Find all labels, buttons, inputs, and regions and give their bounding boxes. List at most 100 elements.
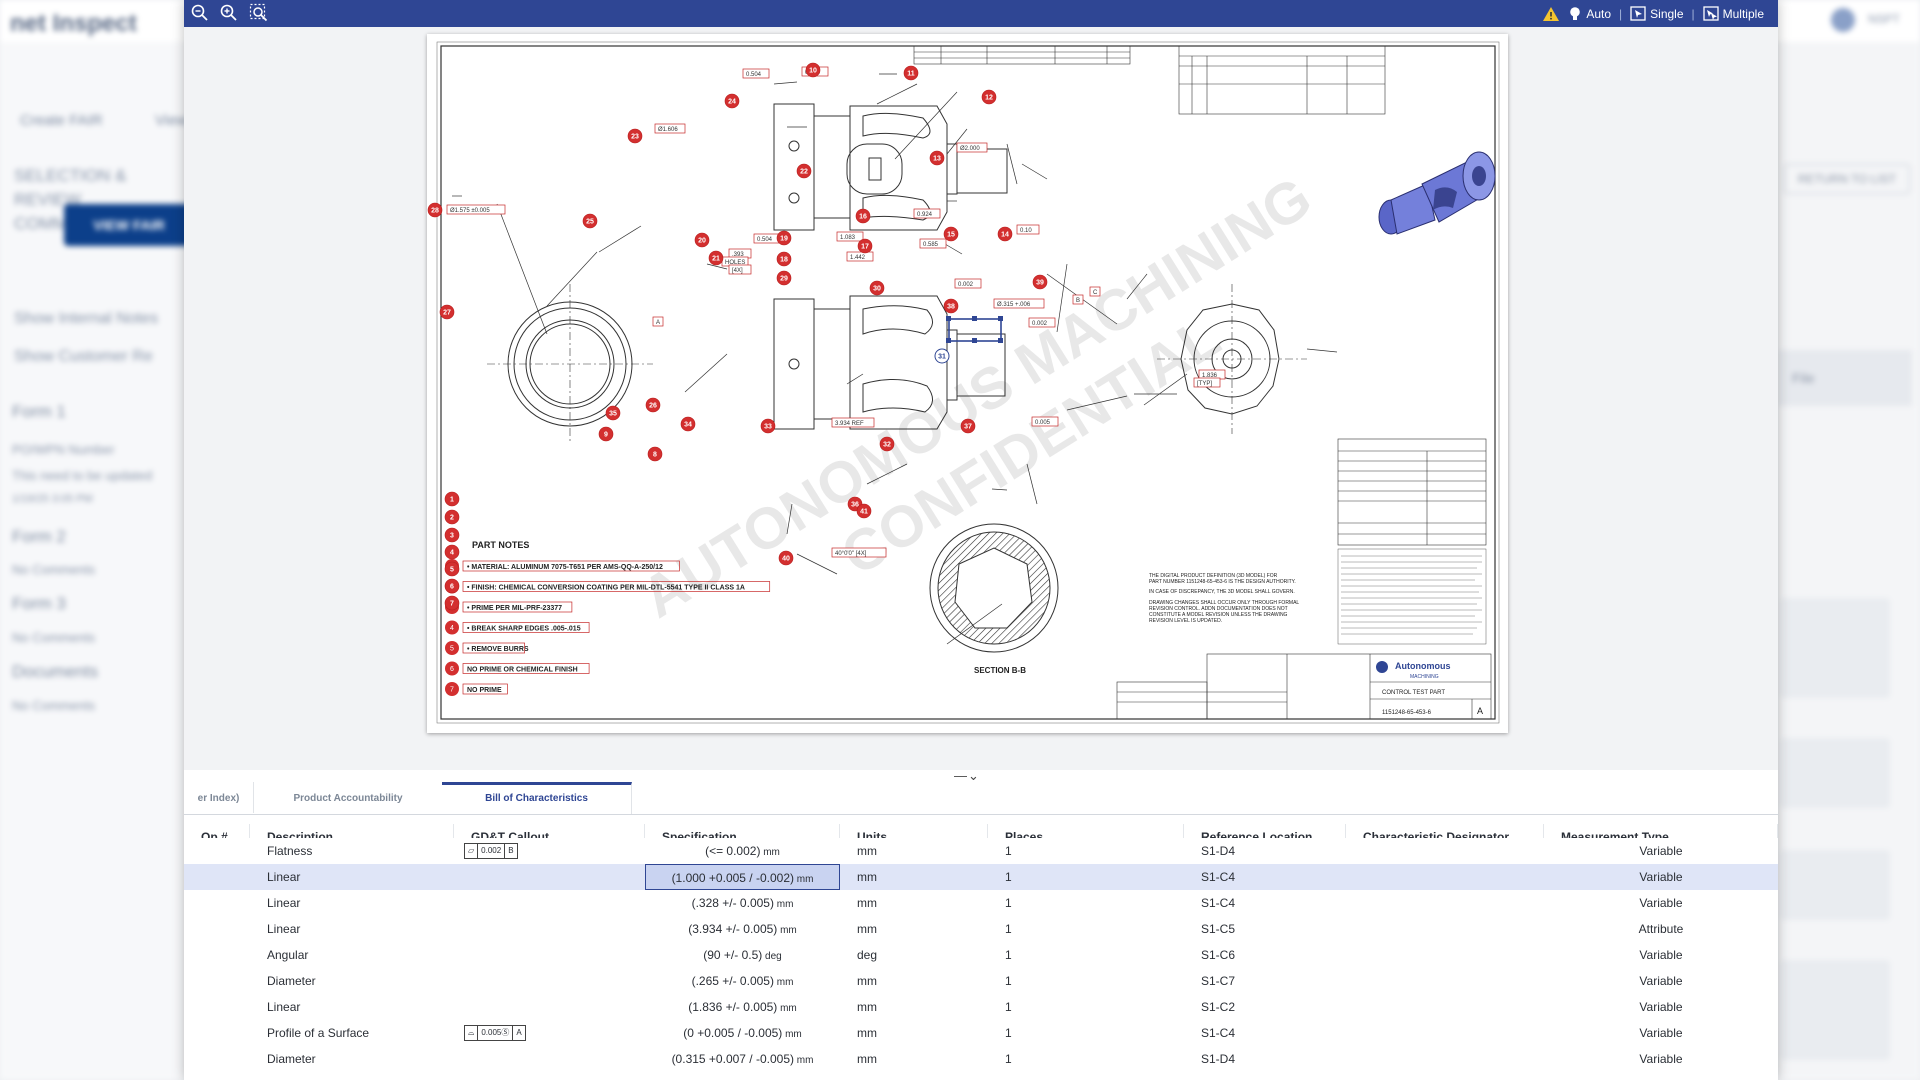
places-cell[interactable]: 1 xyxy=(988,916,1184,942)
tab-create-fair[interactable]: Create FAIR xyxy=(20,112,103,129)
units-cell[interactable]: mm xyxy=(840,1046,988,1070)
op-number-cell[interactable] xyxy=(184,942,250,968)
tab-index[interactable]: er Index) xyxy=(184,782,254,813)
places-cell[interactable]: 1 xyxy=(988,864,1184,890)
description-cell[interactable]: Angular xyxy=(250,942,454,968)
gdt-callout-cell[interactable]: ⌓ 0.005Ⓢ A xyxy=(454,1020,645,1046)
return-to-list-button[interactable]: RETURN TO LIST xyxy=(1784,164,1910,194)
characteristic-row[interactable]: Linear (1.836 +/- 0.005) mm mm 1 S1-C2 Variab… xyxy=(184,994,1778,1021)
units-cell[interactable]: mm xyxy=(840,838,988,864)
characteristic-designator-cell[interactable] xyxy=(1346,994,1544,1020)
reference-location-cell[interactable]: S1-C2 xyxy=(1184,994,1346,1020)
reference-location-cell[interactable]: S1-C7 xyxy=(1184,968,1346,994)
places-cell[interactable]: 1 xyxy=(988,942,1184,968)
characteristic-designator-cell[interactable] xyxy=(1346,864,1544,890)
description-cell[interactable]: Diameter xyxy=(250,968,454,994)
places-cell[interactable]: 1 xyxy=(988,838,1184,864)
characteristic-row[interactable]: Profile of a Surface ⌓ 0.005Ⓢ A (0 +0.005 / … xyxy=(184,1020,1778,1047)
characteristic-designator-cell[interactable] xyxy=(1346,968,1544,994)
reference-location-cell[interactable]: S1-C5 xyxy=(1184,916,1346,942)
description-cell[interactable]: Linear xyxy=(250,890,454,916)
op-number-cell[interactable] xyxy=(184,864,250,890)
places-cell[interactable]: 1 xyxy=(988,890,1184,916)
places-cell[interactable]: 1 xyxy=(988,1046,1184,1070)
characteristic-designator-cell[interactable] xyxy=(1346,890,1544,916)
reference-location-cell[interactable]: S1-C6 xyxy=(1184,942,1346,968)
user-avatar[interactable] xyxy=(1831,8,1855,32)
characteristic-row[interactable]: Linear (3.934 +/- 0.005) mm mm 1 S1-C5 Attrib… xyxy=(184,916,1778,943)
characteristic-designator-cell[interactable] xyxy=(1346,1020,1544,1046)
tab-view[interactable]: View xyxy=(155,112,187,129)
gdt-callout-cell[interactable] xyxy=(454,890,645,916)
view-fair-button[interactable]: VIEW FAIR xyxy=(64,204,194,246)
drawing-viewer[interactable]: AUTONOMOUS MACHINING CONFIDENTIAL SECTIO… xyxy=(184,27,1778,770)
units-cell[interactable]: mm xyxy=(840,968,988,994)
specification-cell[interactable]: (1.836 +/- 0.005) mm xyxy=(645,994,840,1020)
characteristic-row[interactable]: Diameter (.265 +/- 0.005) mm mm 1 S1-C7 Varia… xyxy=(184,968,1778,995)
measurement-type-cell[interactable]: Variable xyxy=(1544,838,1778,864)
gdt-callout-cell[interactable] xyxy=(454,968,645,994)
measurement-type-cell[interactable]: Variable xyxy=(1544,1046,1778,1070)
characteristic-designator-cell[interactable] xyxy=(1346,916,1544,942)
reference-location-cell[interactable]: S1-C4 xyxy=(1184,890,1346,916)
zoom-out-icon[interactable] xyxy=(189,2,211,24)
measurement-type-cell[interactable]: Variable xyxy=(1544,994,1778,1020)
measurement-type-cell[interactable]: Variable xyxy=(1544,968,1778,994)
single-mode-button[interactable]: Single xyxy=(1626,6,1687,21)
tab-product-accountability[interactable]: Product Accountability xyxy=(253,782,444,813)
specification-cell[interactable]: (<= 0.002) mm xyxy=(645,838,840,864)
characteristic-row[interactable]: Linear (1.000 +0.005 / -0.002) mm mm 1 S1-C4… xyxy=(184,864,1778,891)
op-number-cell[interactable] xyxy=(184,838,250,864)
description-cell[interactable]: Linear xyxy=(250,916,454,942)
auto-mode-button[interactable]: Auto xyxy=(1564,6,1615,22)
reference-location-cell[interactable]: S1-C4 xyxy=(1184,864,1346,890)
specification-cell[interactable]: (0.315 +0.007 / -0.005) mm xyxy=(645,1046,840,1070)
description-cell[interactable]: Linear xyxy=(250,994,454,1020)
characteristic-row[interactable]: Flatness ⏥ 0.002 B (<= 0.002) mm mm 1 S1-D4 Vari… xyxy=(184,838,1778,865)
zoom-fit-icon[interactable] xyxy=(248,2,270,24)
show-customer-checkbox[interactable]: Show Customer Re xyxy=(14,348,153,366)
gdt-callout-cell[interactable] xyxy=(454,916,645,942)
op-number-cell[interactable] xyxy=(184,1020,250,1046)
show-internal-checkbox[interactable]: Show Internal Notes xyxy=(14,310,158,328)
op-number-cell[interactable] xyxy=(184,1046,250,1070)
description-cell[interactable]: Diameter xyxy=(250,1046,454,1070)
units-cell[interactable]: mm xyxy=(840,916,988,942)
specification-cell[interactable]: (0 +0.005 / -0.005) mm xyxy=(645,1020,840,1046)
places-cell[interactable]: 1 xyxy=(988,994,1184,1020)
description-cell[interactable]: Flatness xyxy=(250,838,454,864)
zoom-in-icon[interactable] xyxy=(218,2,240,24)
op-number-cell[interactable] xyxy=(184,916,250,942)
reference-location-cell[interactable]: S1-D4 xyxy=(1184,838,1346,864)
tab-bill-of-characteristics[interactable]: Bill of Characteristics xyxy=(442,782,632,814)
gdt-callout-cell[interactable]: ⏥ 0.002 B xyxy=(454,838,645,864)
units-cell[interactable]: mm xyxy=(840,890,988,916)
specification-cell[interactable]: (.265 +/- 0.005) mm xyxy=(645,968,840,994)
characteristic-designator-cell[interactable] xyxy=(1346,1046,1544,1070)
places-cell[interactable]: 1 xyxy=(988,1020,1184,1046)
specification-cell[interactable]: (.328 +/- 0.005) mm xyxy=(645,890,840,916)
op-number-cell[interactable] xyxy=(184,968,250,994)
gdt-callout-cell[interactable] xyxy=(454,864,645,890)
op-number-cell[interactable] xyxy=(184,890,250,916)
description-cell[interactable]: Profile of a Surface xyxy=(250,1020,454,1046)
multiple-mode-button[interactable]: Multiple xyxy=(1699,6,1768,21)
reference-location-cell[interactable]: S1-C4 xyxy=(1184,1020,1346,1046)
units-cell[interactable]: mm xyxy=(840,864,988,890)
places-cell[interactable]: 1 xyxy=(988,968,1184,994)
characteristic-row[interactable]: Diameter (0.315 +0.007 / -0.005) mm mm 1 S1-… xyxy=(184,1046,1778,1070)
gdt-callout-cell[interactable] xyxy=(454,994,645,1020)
measurement-type-cell[interactable]: Variable xyxy=(1544,942,1778,968)
specification-cell[interactable]: (3.934 +/- 0.005) mm xyxy=(645,916,840,942)
gdt-callout-cell[interactable] xyxy=(454,1046,645,1070)
warning-icon[interactable] xyxy=(1538,6,1564,22)
specification-cell[interactable]: (1.000 +0.005 / -0.002) mm xyxy=(645,864,840,890)
characteristic-row[interactable]: Angular (90 +/- 0.5) deg deg 1 S1-C6 Variable xyxy=(184,942,1778,969)
user-name[interactable]: NSPT xyxy=(1868,12,1900,26)
measurement-type-cell[interactable]: Variable xyxy=(1544,890,1778,916)
op-number-cell[interactable] xyxy=(184,994,250,1020)
specification-cell[interactable]: (90 +/- 0.5) deg xyxy=(645,942,840,968)
characteristic-designator-cell[interactable] xyxy=(1346,942,1544,968)
measurement-type-cell[interactable]: Variable xyxy=(1544,1020,1778,1046)
units-cell[interactable]: mm xyxy=(840,994,988,1020)
